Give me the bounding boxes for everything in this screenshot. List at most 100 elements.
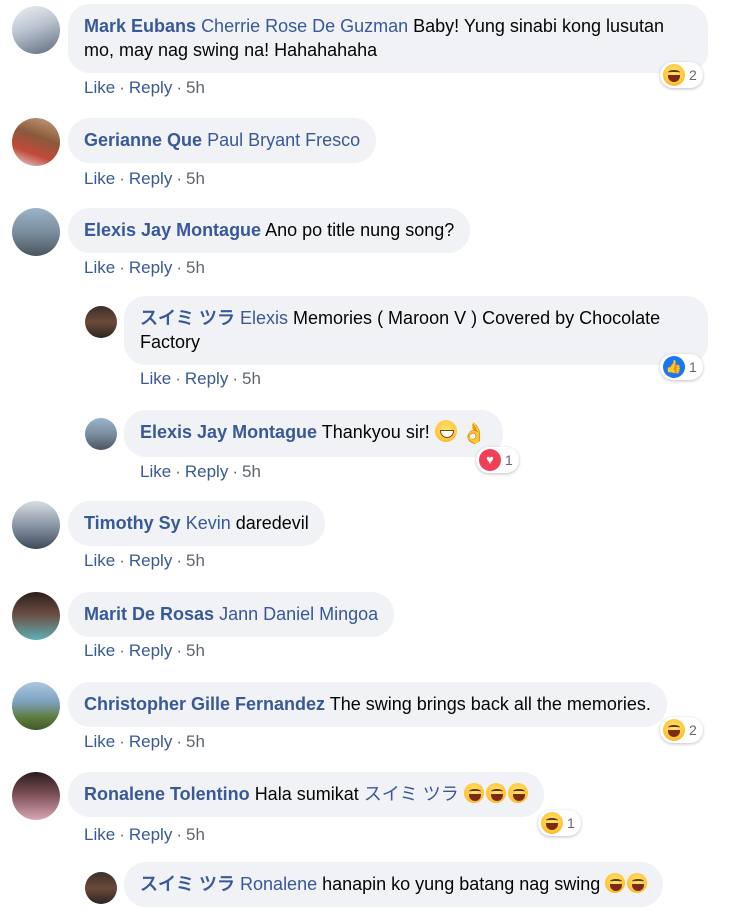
reply-link[interactable]: Reply — [129, 732, 172, 751]
comment-text: Hala sumikat — [254, 784, 364, 804]
haha-icon — [463, 783, 484, 803]
separator: · — [119, 551, 125, 570]
separator: · — [232, 369, 238, 388]
haha-icon — [485, 783, 506, 803]
comment-actions: Like · Reply · 5h — [84, 641, 205, 661]
mention-link[interactable]: Elexis — [240, 308, 288, 328]
timestamp[interactable]: 5h — [186, 258, 205, 277]
haha-icon — [663, 64, 685, 86]
comment-actions: Like · Reply · 5h — [84, 169, 205, 189]
reaction-count[interactable]: 1 — [538, 810, 581, 836]
like-link[interactable]: Like — [84, 258, 115, 277]
avatar[interactable] — [12, 208, 60, 256]
mention-link[interactable]: Paul Bryant Fresco — [207, 130, 360, 150]
comment-author[interactable]: スイミ ツラ — [140, 874, 235, 894]
comment-author[interactable]: スイミ ツラ — [140, 308, 235, 328]
avatar[interactable] — [12, 592, 60, 640]
comment-author[interactable]: Timothy Sy — [84, 513, 181, 533]
haha-icon — [627, 873, 648, 893]
timestamp[interactable]: 5h — [186, 551, 205, 570]
comment-text: The swing brings back all the memories. — [329, 694, 651, 714]
comment-bubble: Timothy Sy Kevin daredevil — [68, 501, 325, 546]
timestamp[interactable]: 5h — [186, 78, 205, 97]
like-link[interactable]: Like — [84, 825, 115, 844]
reply-link[interactable]: Reply — [129, 78, 172, 97]
timestamp[interactable]: 5h — [186, 641, 205, 660]
reaction-count[interactable]: 👍 1 — [660, 354, 703, 380]
haha-icon — [507, 783, 528, 803]
comment-bubble: Ronalene Tolentino Hala sumikat スイミ ツラ — [68, 772, 544, 817]
comment-actions: Like · Reply · 5h — [84, 78, 205, 98]
mention-link[interactable]: Ronalene — [240, 874, 317, 894]
separator: · — [119, 825, 125, 844]
comment-author[interactable]: Mark Eubans — [84, 16, 196, 36]
comment-author[interactable]: Marit De Rosas — [84, 604, 214, 624]
comment-bubble: Marit De Rosas Jann Daniel Mingoa — [68, 592, 395, 637]
separator: · — [176, 551, 182, 570]
like-link[interactable]: Like — [84, 551, 115, 570]
comment-bubble: Gerianne Que Paul Bryant Fresco — [68, 118, 377, 163]
reaction-count[interactable]: 2 — [660, 62, 703, 88]
avatar[interactable] — [85, 872, 117, 904]
comment-author[interactable]: Elexis Jay Montague — [140, 422, 317, 442]
reaction-number: 1 — [505, 452, 513, 468]
avatar[interactable] — [85, 306, 117, 338]
reaction-number: 2 — [689, 67, 697, 83]
separator: · — [176, 825, 182, 844]
reaction-number: 1 — [689, 359, 697, 375]
reply-link[interactable]: Reply — [129, 641, 172, 660]
comment-actions: Like · Reply · 5h — [84, 825, 205, 845]
avatar[interactable] — [12, 772, 60, 820]
avatar[interactable] — [85, 418, 117, 450]
haha-icon — [605, 873, 626, 893]
mention-link[interactable]: スイミ ツラ — [364, 784, 459, 804]
reply-link[interactable]: Reply — [185, 369, 228, 388]
comment-bubble: スイミ ツラ Elexis Memories ( Maroon V ) Cove… — [124, 296, 708, 365]
mention-link[interactable]: Cherrie Rose De Guzman — [201, 16, 408, 36]
grinning-face-icon — [434, 420, 457, 442]
separator: · — [176, 169, 182, 188]
like-link[interactable]: Like — [84, 641, 115, 660]
comment-bubble: Christopher Gille Fernandez The swing br… — [68, 682, 667, 727]
comment-author[interactable]: Ronalene Tolentino — [84, 784, 250, 804]
reaction-count[interactable]: ♥ 1 — [476, 447, 519, 473]
reply-link[interactable]: Reply — [185, 462, 228, 481]
like-link[interactable]: Like — [140, 462, 171, 481]
separator: · — [176, 78, 182, 97]
separator: · — [176, 641, 182, 660]
separator: · — [176, 258, 182, 277]
like-link[interactable]: Like — [84, 169, 115, 188]
comment-bubble: Elexis Jay Montague Ano po title nung so… — [68, 208, 471, 253]
timestamp[interactable]: 5h — [186, 169, 205, 188]
comment-actions: Like · Reply · 5h — [140, 369, 261, 389]
separator: · — [119, 169, 125, 188]
comment-author[interactable]: Christopher Gille Fernandez — [84, 694, 325, 714]
avatar[interactable] — [12, 682, 60, 730]
avatar[interactable] — [12, 118, 60, 166]
like-link[interactable]: Like — [84, 732, 115, 751]
reply-link[interactable]: Reply — [129, 258, 172, 277]
mention-link[interactable]: Jann Daniel Mingoa — [219, 604, 378, 624]
reply-link[interactable]: Reply — [129, 825, 172, 844]
timestamp[interactable]: 5h — [186, 825, 205, 844]
like-link[interactable]: Like — [84, 78, 115, 97]
comment-author[interactable]: Gerianne Que — [84, 130, 202, 150]
mention-link[interactable]: Kevin — [186, 513, 231, 533]
comment-text: Ano po title nung song? — [265, 220, 455, 240]
timestamp[interactable]: 5h — [186, 732, 205, 751]
ok-hand-icon: 👌 — [461, 423, 487, 445]
reply-link[interactable]: Reply — [129, 169, 172, 188]
like-link[interactable]: Like — [140, 369, 171, 388]
like-icon: 👍 — [663, 356, 685, 378]
timestamp[interactable]: 5h — [242, 369, 261, 388]
timestamp[interactable]: 5h — [242, 462, 261, 481]
reaction-count[interactable]: 2 — [660, 717, 703, 743]
separator: · — [176, 732, 182, 751]
reaction-number: 1 — [567, 815, 575, 831]
reply-link[interactable]: Reply — [129, 551, 172, 570]
avatar[interactable] — [12, 501, 60, 549]
avatar[interactable] — [12, 6, 60, 54]
comment-actions: Like · Reply · 5h — [84, 258, 205, 278]
haha-icon — [663, 719, 685, 741]
comment-author[interactable]: Elexis Jay Montague — [84, 220, 261, 240]
